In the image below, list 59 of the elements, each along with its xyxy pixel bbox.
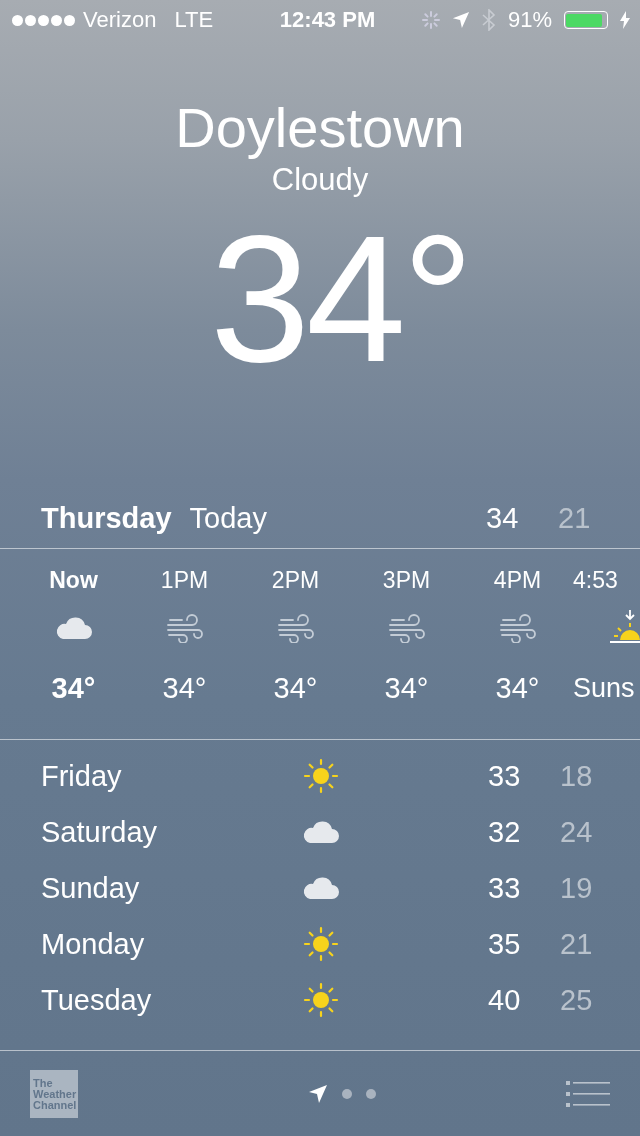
page-dot[interactable] [342, 1089, 352, 1099]
current-temperature: 34° [208, 204, 471, 394]
city-name: Doylestown [175, 96, 465, 160]
hour-temperature: 34° [273, 671, 318, 705]
day-name: Friday [41, 759, 123, 793]
low-temperature: 21 [558, 501, 592, 535]
signal-dots-icon [12, 14, 75, 26]
day-name: Tuesday [41, 983, 153, 1017]
hour-temperature: 34° [51, 671, 96, 705]
day-name: Thursday [41, 501, 172, 535]
activity-spinner-icon [421, 11, 440, 29]
battery-percentage: 91% [507, 7, 552, 33]
hour-label: 3PM [382, 566, 431, 595]
charging-bolt-icon [620, 11, 630, 29]
hour-label: 1PM [160, 566, 209, 595]
weather-channel-logo[interactable]: The Weather Channel [30, 1070, 78, 1118]
cloud-icon [54, 616, 93, 640]
low-temperature: 25 [560, 983, 594, 1017]
high-temperature: 33 [488, 871, 522, 905]
cloud-icon [302, 820, 340, 844]
high-temperature: 34 [486, 501, 520, 535]
hour-label: 2PM [271, 566, 320, 595]
carrier-name: Verizon [83, 7, 157, 33]
hour-label: Now [49, 566, 98, 595]
wind-icon [387, 613, 426, 643]
high-temperature: 40 [488, 983, 522, 1017]
hour-label: 4:53 [573, 566, 618, 595]
high-temperature: 33 [488, 759, 522, 793]
wind-icon [498, 613, 537, 643]
low-temperature: 24 [560, 815, 594, 849]
low-temperature: 18 [560, 759, 594, 793]
high-temperature: 35 [488, 927, 522, 961]
day-name: Sunday [41, 871, 141, 905]
cloud-icon [302, 876, 340, 900]
wind-icon [276, 613, 315, 643]
hour-temperature: 34° [384, 671, 429, 705]
sun-icon [303, 758, 339, 794]
hour-temperature: 34° [162, 671, 207, 705]
clock-time: 12:43 PM [278, 7, 376, 33]
network-type: LTE [174, 7, 214, 33]
wind-icon [165, 613, 204, 643]
location-arrow-icon[interactable] [308, 1084, 328, 1104]
sun-icon [303, 982, 339, 1018]
high-temperature: 32 [488, 815, 522, 849]
list-icon[interactable] [566, 1081, 610, 1107]
battery-icon [564, 11, 608, 29]
hour-temperature: 34° [495, 671, 540, 705]
hour-label: 4PM [493, 566, 542, 595]
low-temperature: 19 [560, 871, 594, 905]
day-name: Saturday [41, 815, 159, 849]
page-dot[interactable] [366, 1089, 376, 1099]
bluetooth-icon [481, 9, 496, 31]
today-label: Today [189, 501, 267, 535]
sun-icon [303, 926, 339, 962]
location-arrow-icon [451, 11, 470, 29]
weather-condition: Cloudy [271, 162, 369, 198]
hour-temperature: Suns [573, 672, 635, 705]
day-name: Monday [41, 927, 146, 961]
low-temperature: 21 [560, 927, 594, 961]
